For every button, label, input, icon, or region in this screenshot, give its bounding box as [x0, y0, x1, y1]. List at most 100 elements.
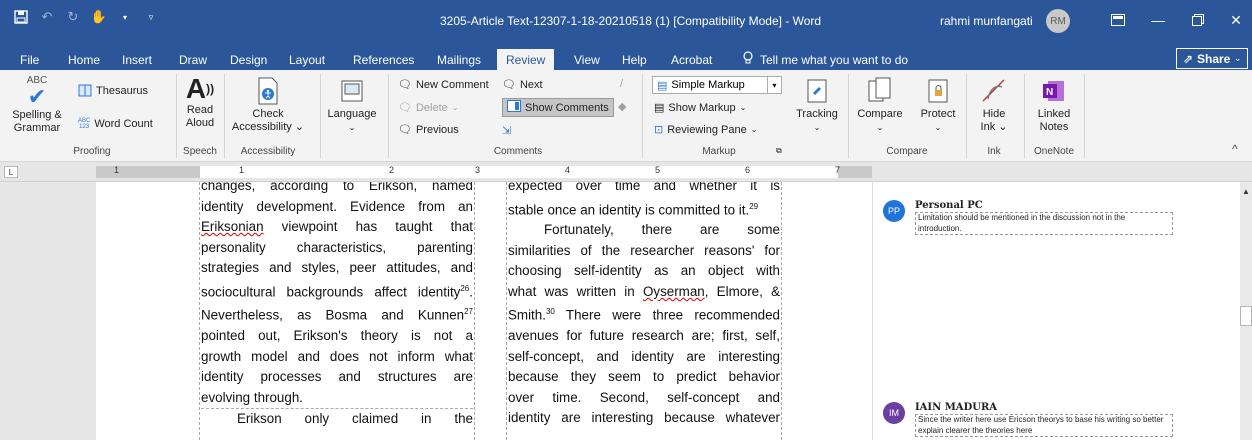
- separator: [1024, 74, 1025, 158]
- text-line: because they seem to predict behavior: [508, 369, 780, 385]
- reviewing-pane-button[interactable]: ⊡ Reviewing Pane ⌄: [654, 123, 757, 137]
- word-count-label: Word Count: [94, 118, 153, 130]
- group-label-ink: Ink: [987, 146, 1001, 157]
- read-aloud-button[interactable]: A)) Read Aloud: [182, 74, 218, 130]
- delete-comment-button[interactable]: 🗨 Delete ⌄: [398, 101, 458, 115]
- tab-draw[interactable]: Draw: [177, 49, 209, 70]
- new-comment-button[interactable]: 🗨 New Comment: [398, 78, 489, 92]
- show-markup-button[interactable]: ▤ Show Markup ⌄: [654, 101, 746, 115]
- text-line: Erikson only claimed in the: [237, 411, 473, 427]
- markup-options-launcher[interactable]: ⧉: [776, 146, 782, 156]
- chevron-down-icon: ⌄: [876, 123, 884, 132]
- word-count-button[interactable]: ABC 123 Word Count: [78, 118, 153, 130]
- tab-home[interactable]: Home: [66, 49, 102, 70]
- group-label-speech: Speech: [183, 146, 217, 157]
- review-ribbon: ABC ✔ Spelling & Grammar Thesaurus ABC 12…: [0, 70, 1252, 162]
- ruler-number: 4: [565, 165, 571, 175]
- tab-acrobat[interactable]: Acrobat: [669, 49, 714, 70]
- footnote-ref[interactable]: 27: [464, 307, 473, 316]
- show-comments-button[interactable]: Show Comments: [502, 98, 614, 117]
- markup-display-select[interactable]: ▤ Simple Markup ▾: [652, 76, 782, 94]
- ruler-margin-left: [96, 166, 200, 178]
- save-icon[interactable]: [10, 6, 32, 28]
- text-column-right[interactable]: expected over time and whether it is sta…: [508, 182, 780, 429]
- tab-insert[interactable]: Insert: [120, 49, 154, 70]
- document-title: 3205-Article Text-12307-1-18-20210518 (1…: [440, 14, 822, 28]
- vertical-scrollbar[interactable]: ▲: [1240, 182, 1252, 440]
- footnote-ref[interactable]: 29: [749, 202, 758, 211]
- text-fragment: There were three recommended: [554, 307, 780, 323]
- hide-ink-button[interactable]: Hide Ink ⌄: [972, 74, 1016, 134]
- tab-view[interactable]: View: [572, 49, 602, 70]
- document-area: changes, according to Erikson, named ide…: [0, 182, 1240, 440]
- ribbon-display-icon[interactable]: [1104, 8, 1132, 32]
- group-label-accessibility: Accessibility: [240, 146, 296, 157]
- show-markup-icon: ▤: [654, 102, 665, 114]
- text-line: strategies and styles, peer attitudes, a…: [201, 260, 473, 275]
- restore-icon[interactable]: [1184, 8, 1212, 32]
- group-label-onenote: OneNote: [1033, 146, 1075, 157]
- separator: [320, 74, 321, 158]
- tab-layout[interactable]: Layout: [287, 49, 327, 70]
- tracking-button[interactable]: Tracking ⌄: [794, 74, 840, 134]
- compare-icon: [854, 74, 906, 108]
- document-page[interactable]: changes, according to Erikson, named ide…: [96, 182, 872, 440]
- group-label-comments: Comments: [493, 146, 543, 157]
- close-icon[interactable]: ✕: [1222, 8, 1250, 32]
- comment-author: Personal PC: [915, 200, 983, 211]
- scroll-up-icon[interactable]: ▲: [1241, 186, 1251, 196]
- avatar[interactable]: RM: [1046, 9, 1070, 33]
- text-line: Fortunately, there are some: [544, 222, 780, 238]
- linked-notes-button[interactable]: N Linked Notes: [1030, 74, 1078, 134]
- tab-file[interactable]: File: [18, 49, 41, 70]
- collapse-ribbon-icon[interactable]: ^: [1232, 142, 1238, 156]
- text-line: over time. Second, self-concept and: [508, 389, 780, 405]
- thesaurus-button[interactable]: Thesaurus: [78, 84, 148, 97]
- checkmark-icon: ✔: [27, 84, 47, 109]
- resolve-icon[interactable]: ⇲: [502, 124, 511, 137]
- previous-comment-button[interactable]: 🗨 Previous: [398, 123, 459, 137]
- check-accessibility-button[interactable]: Check Accessibility ⌄: [228, 74, 308, 134]
- footnote-ref[interactable]: 30: [546, 307, 555, 316]
- tab-help[interactable]: Help: [620, 49, 649, 70]
- chevron-down-icon: ▾: [767, 77, 781, 93]
- chevron-down-icon[interactable]: ▾: [114, 6, 136, 28]
- lightbulb-icon: [742, 51, 754, 68]
- tab-review[interactable]: Review: [497, 49, 555, 70]
- spelling-grammar-button[interactable]: ABC ✔ Spelling & Grammar: [4, 74, 70, 135]
- protect-button[interactable]: Protect ⌄: [916, 74, 960, 134]
- comment-text[interactable]: Since the writer here use Ericson theory…: [915, 414, 1173, 437]
- comment-text[interactable]: Limitation should be mentioned in the di…: [915, 212, 1173, 235]
- redo-icon[interactable]: ↻: [62, 6, 84, 28]
- tab-references[interactable]: References: [351, 49, 416, 70]
- compare-button[interactable]: Compare ⌄: [854, 74, 906, 134]
- text-column-left[interactable]: changes, according to Erikson, named ide…: [201, 182, 473, 430]
- share-button[interactable]: ⇗ Share ⌄: [1176, 48, 1248, 69]
- customize-qat-icon[interactable]: ▿: [140, 6, 162, 28]
- thesaurus-label: Thesaurus: [96, 84, 148, 97]
- group-label-proofing: Proofing: [73, 146, 111, 157]
- tell-me-search[interactable]: Tell me what you want to do: [742, 49, 908, 70]
- undo-icon[interactable]: ↶: [36, 6, 58, 28]
- pen-icon[interactable]: /: [620, 78, 623, 90]
- chevron-down-icon: ⌄: [813, 123, 821, 132]
- comments-pane: PP Personal PC Limitation should be ment…: [872, 182, 1240, 440]
- next-comment-button[interactable]: 🗨 Next: [502, 78, 543, 92]
- language-button[interactable]: Language ⌄: [324, 74, 380, 134]
- eraser-icon[interactable]: ◆: [618, 100, 626, 113]
- horizontal-ruler[interactable]: 1 1 2 3 4 5 6 7: [96, 165, 872, 178]
- tab-design[interactable]: Design: [228, 49, 269, 70]
- text-line: changes, according to Erikson, named: [201, 182, 473, 193]
- spelling-label: Spelling &: [12, 109, 62, 121]
- footnote-ref[interactable]: 26: [460, 284, 469, 293]
- scrollbar-thumb[interactable]: [1240, 306, 1252, 326]
- language-label: Language: [327, 108, 377, 120]
- separator: [642, 74, 643, 158]
- tab-selector-icon[interactable]: L: [4, 166, 18, 178]
- tab-mailings[interactable]: Mailings: [435, 49, 483, 70]
- touch-mode-icon[interactable]: ✋: [88, 6, 110, 28]
- onenote-icon: N: [1030, 74, 1078, 108]
- user-name[interactable]: rahmi munfangati: [940, 14, 1033, 28]
- separator: [388, 74, 389, 158]
- minimize-icon[interactable]: —: [1144, 8, 1172, 32]
